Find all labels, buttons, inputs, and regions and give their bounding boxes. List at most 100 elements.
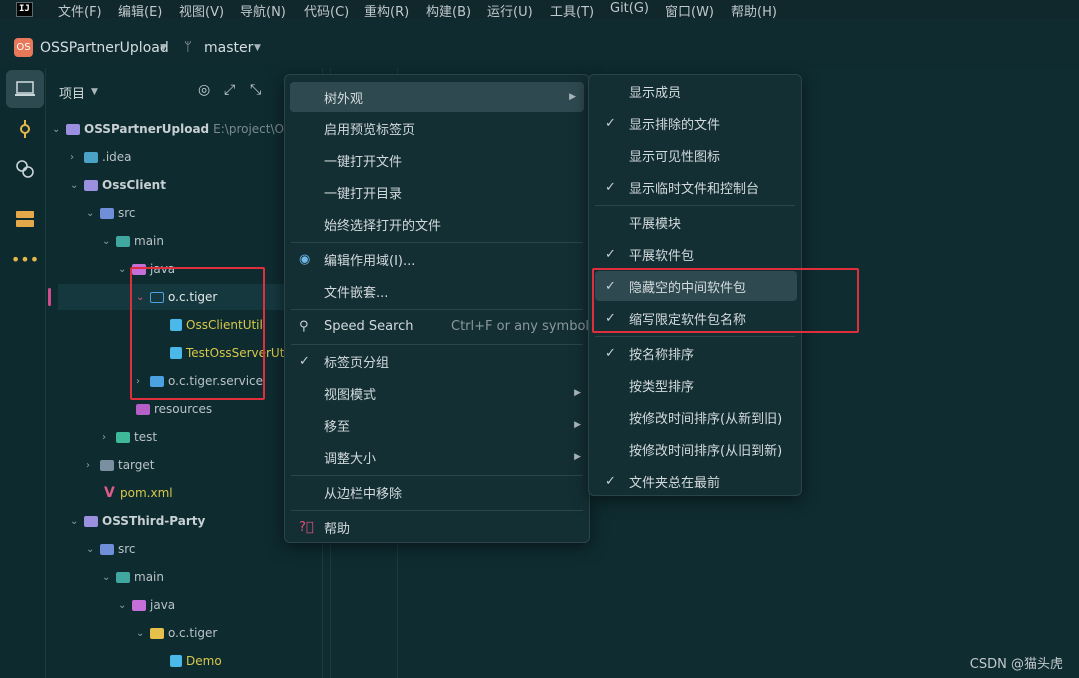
menu-item-open-dir[interactable]: 一键打开目录 <box>285 177 589 207</box>
structure-icon <box>16 211 34 227</box>
plugin-icon <box>16 160 34 178</box>
tree-node-idea[interactable]: › .idea <box>70 147 132 167</box>
tree-node-main[interactable]: ⌄ main <box>102 567 164 587</box>
chevron-down-icon[interactable]: ▼ <box>91 87 98 97</box>
panel-title[interactable]: 项目 <box>59 83 85 102</box>
separator <box>291 510 583 511</box>
monitor-icon <box>15 81 35 96</box>
collapse-icon[interactable]: ⤡ <box>250 82 261 98</box>
menu-item-preview-tab[interactable]: 启用预览标签页 <box>285 113 589 143</box>
chevron-right-icon[interactable]: › <box>70 152 84 163</box>
app-logo-icon[interactable]: IJ <box>16 2 33 17</box>
tree-node-test[interactable]: › test <box>102 427 157 447</box>
menu-item-always-select[interactable]: 始终选择打开的文件 <box>285 209 589 239</box>
tree-node-target[interactable]: › target <box>86 455 155 475</box>
menu-item-open-file[interactable]: 一键打开文件 <box>285 145 589 175</box>
bookmark-marker <box>48 288 51 306</box>
package-icon <box>150 627 164 639</box>
more-tools-icon[interactable]: ••• <box>6 240 44 278</box>
tree-node-pom[interactable]: V pom.xml <box>104 483 173 503</box>
watermark: CSDN @猫头虎 <box>969 657 1063 672</box>
submenu-item[interactable]: ✓ 显示排除的文件 <box>589 108 801 138</box>
menu-item-view-mode[interactable]: 视图模式 ▶ <box>285 378 589 408</box>
tree-node-ossclient[interactable]: ⌄ OssClient <box>70 175 166 195</box>
chevron-down-icon[interactable]: ⌄ <box>136 628 150 639</box>
separator <box>595 205 795 206</box>
chevron-down-icon[interactable]: ⌄ <box>70 516 84 527</box>
menu-item-speed-search[interactable]: ⚲ Speed Search Ctrl+F or any symbol <box>285 311 589 341</box>
separator <box>291 242 583 243</box>
separator <box>291 309 583 310</box>
expand-icon[interactable]: ⤢ <box>224 82 235 98</box>
submenu-item[interactable]: ✓ 文件夹总在最前 <box>589 466 801 496</box>
database-tool-button[interactable] <box>6 200 44 238</box>
resources-folder-icon <box>136 403 150 415</box>
chevron-down-icon[interactable]: ⌄ <box>118 600 132 611</box>
menu-bar: IJ 文件(F) 编辑(E) 视图(V) 导航(N) 代码(C) 重构(R) 构… <box>0 0 1079 20</box>
separator <box>291 344 583 345</box>
submenu-item[interactable]: 按类型排序 <box>589 370 801 400</box>
submenu-item[interactable]: ✓ 按名称排序 <box>589 338 801 368</box>
test-folder-icon <box>116 431 130 443</box>
chevron-down-icon[interactable]: ⌄ <box>86 208 100 219</box>
tree-node-java[interactable]: ⌄ java <box>118 595 175 615</box>
chevron-down-icon[interactable]: ⌄ <box>86 544 100 555</box>
menu-item-tab-grouping[interactable]: ✓ 标签页分组 <box>285 346 589 376</box>
check-icon: ✓ <box>605 473 616 489</box>
menu-item-file-nesting[interactable]: 文件嵌套... <box>285 276 589 306</box>
chevron-down-icon[interactable]: ⌄ <box>102 572 116 583</box>
submenu-item[interactable]: 平展模块 <box>589 207 801 237</box>
menu-item-tree-appearance[interactable]: 树外观 ▶ <box>290 82 584 112</box>
maven-icon: V <box>104 485 115 501</box>
tree-node-src[interactable]: ⌄ src <box>86 203 136 223</box>
check-icon: ✓ <box>605 345 616 361</box>
submenu-item[interactable]: 显示成员 <box>589 76 801 106</box>
project-switcher[interactable]: OSSPartnerUpload <box>40 40 169 56</box>
help-icon: ?⃝ <box>299 519 314 535</box>
menu-item-edit-scopes[interactable]: ◉ 编辑作用域(I)... <box>285 244 589 274</box>
commit-icon <box>20 120 30 138</box>
module-icon <box>66 123 80 135</box>
branch-switcher[interactable]: master <box>204 40 253 56</box>
chevron-right-icon[interactable]: › <box>102 432 116 443</box>
chevron-right-icon: ▶ <box>569 92 576 102</box>
chevron-right-icon[interactable]: › <box>86 460 100 471</box>
chevron-down-icon[interactable]: ▼ <box>160 43 167 53</box>
tree-node-package[interactable]: ⌄ o.c.tiger <box>136 623 217 643</box>
submenu-item[interactable]: 按修改时间排序(从旧到新) <box>589 434 801 464</box>
submenu-item[interactable]: 显示可见性图标 <box>589 140 801 170</box>
chevron-down-icon[interactable]: ⌄ <box>52 124 66 135</box>
separator <box>595 336 795 337</box>
git-branch-icon: ᛘ <box>184 40 192 55</box>
submenu-item[interactable]: ✓ 平展软件包 <box>589 239 801 269</box>
menu-item-resize[interactable]: 调整大小 ▶ <box>285 442 589 472</box>
menu-git[interactable]: Git(G) <box>610 1 649 16</box>
check-icon: ✓ <box>299 353 310 369</box>
tree-node-src[interactable]: ⌄ src <box>86 539 136 559</box>
submenu-item[interactable]: 按修改时间排序(从新到旧) <box>589 402 801 432</box>
tree-node-root[interactable]: ⌄ OSSPartnerUpload E:\project\OS <box>52 119 292 139</box>
chevron-down-icon[interactable]: ⌄ <box>102 236 116 247</box>
search-icon: ⚲ <box>299 318 309 334</box>
submenu-item[interactable]: ✓ 显示临时文件和控制台 <box>589 172 801 202</box>
plugins-tool-button[interactable] <box>6 150 44 188</box>
annotation-box <box>130 267 265 400</box>
java-class-icon <box>170 655 182 667</box>
commit-tool-button[interactable] <box>6 110 44 148</box>
project-tool-button[interactable] <box>6 70 44 108</box>
folder-icon <box>116 235 130 247</box>
tree-node-class[interactable]: Demo <box>170 651 222 671</box>
chevron-right-icon: ▶ <box>574 420 581 430</box>
context-menu: 树外观 ▶ 启用预览标签页 一键打开文件 一键打开目录 始终选择打开的文件 ◉ … <box>284 74 590 543</box>
chevron-down-icon[interactable]: ⌄ <box>70 180 84 191</box>
target-icon[interactable]: ◎ <box>198 82 210 98</box>
module-icon <box>84 179 98 191</box>
menu-item-remove-sidebar[interactable]: 从边栏中移除 <box>285 477 589 507</box>
tree-node-ossthirdparty[interactable]: ⌄ OSSThird-Party <box>70 511 205 531</box>
tree-node-main[interactable]: ⌄ main <box>102 231 164 251</box>
chevron-down-icon[interactable]: ▼ <box>254 43 261 53</box>
menu-item-move-to[interactable]: 移至 ▶ <box>285 410 589 440</box>
tree-node-resources[interactable]: resources <box>136 399 212 419</box>
menu-item-help[interactable]: ?⃝ 帮助 <box>285 512 589 542</box>
check-icon: ✓ <box>605 246 616 262</box>
